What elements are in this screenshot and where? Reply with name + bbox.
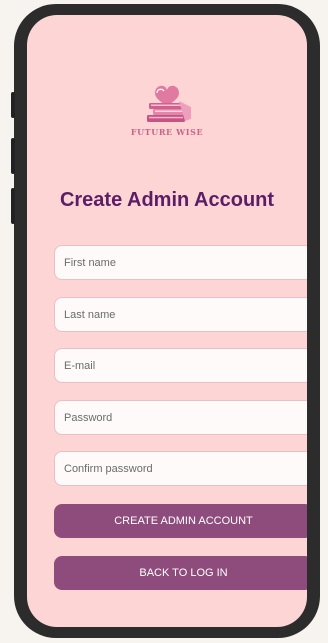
phone-frame: FUTURE WISE Create Admin Account CREATE …	[11, 4, 320, 638]
phone-side-button	[11, 188, 15, 224]
phone-side-button	[11, 138, 15, 174]
brand-logo: FUTURE WISE	[27, 79, 307, 137]
first-name-field[interactable]	[54, 245, 307, 280]
email-field[interactable]	[54, 348, 307, 383]
confirm-password-field[interactable]	[54, 451, 307, 486]
stacked-books-heart-icon	[147, 85, 191, 122]
back-to-login-button[interactable]: BACK TO LOG IN	[54, 556, 307, 590]
brand-name: FUTURE WISE	[130, 127, 204, 137]
password-field[interactable]	[54, 400, 307, 435]
app-screen: FUTURE WISE Create Admin Account CREATE …	[27, 15, 307, 627]
page-title: Create Admin Account	[59, 189, 275, 211]
last-name-field[interactable]	[54, 297, 307, 332]
create-admin-account-button[interactable]: CREATE ADMIN ACCOUNT	[54, 504, 307, 538]
phone-side-button	[11, 92, 15, 118]
